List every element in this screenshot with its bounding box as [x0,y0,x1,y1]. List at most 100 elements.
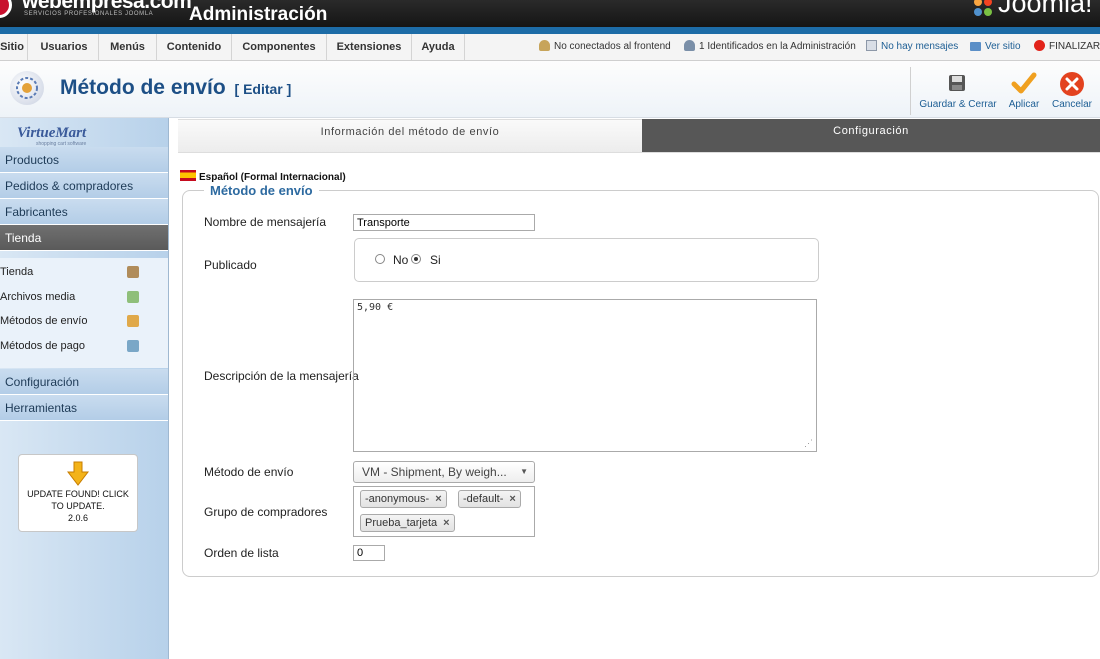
name-field[interactable] [353,214,535,231]
checkmark-icon [1011,72,1037,94]
status-frontend-text: No conectados al frontend [554,41,671,52]
status-frontend: No conectados al frontend [539,34,671,60]
joomla-mark-icon [974,0,992,16]
update-line-1: UPDATE FOUND! CLICK [27,489,129,499]
sidebar-item-metodos-pago[interactable]: Métodos de pago [0,334,168,358]
published-no-label: No [393,253,409,267]
logout-icon [1034,40,1045,51]
download-arrow-icon [67,461,89,486]
sidebar-item-label: Tienda [0,266,34,278]
sidebar-item-label: Métodos de pago [0,340,86,352]
monitor-icon [970,42,981,51]
logout-text: FINALIZAR [1049,41,1100,52]
group-tag-label: -default- [463,493,504,505]
status-admin: 1 Identificados en la Administración [684,34,856,60]
cancel-icon [1060,72,1084,96]
save-icon [949,75,965,91]
toolbar-divider [910,67,911,115]
apply-label: Aplicar [1008,99,1040,110]
menu-extensiones[interactable]: Extensiones [327,34,412,60]
remove-tag-icon[interactable]: × [509,493,515,505]
remove-tag-icon[interactable]: × [435,493,441,505]
view-site-text: Ver sitio [985,41,1021,52]
admin-user-icon [684,40,695,51]
webempresa-logo[interactable]: webempresa.com SERVICIOS PROFESIONALES J… [0,0,192,24]
language-label: Español (Formal Internacional) [199,172,346,183]
cancel-label: Cancelar [1051,99,1093,110]
payment-icon [127,340,139,352]
chevron-down-icon: ▼ [520,467,528,476]
sidebar-item-tienda[interactable]: Tienda [0,260,168,284]
update-notice-text: UPDATE FOUND! CLICK TO UPDATE. 2.0.6 [21,488,135,524]
menu-contenido[interactable]: Contenido [157,34,232,60]
cancel-button[interactable]: Cancelar [1049,70,1095,114]
fieldset-legend: Método de envío [204,183,319,198]
status-messages-text: No hay mensajes [881,41,959,52]
published-yes-label: Si [430,253,441,267]
page-title-text: Método de envío [60,76,226,99]
media-icon [127,291,139,303]
apply-button[interactable]: Aplicar [1003,70,1045,114]
view-site-link[interactable]: Ver sitio [970,34,1021,60]
sidebar-item-label: Métodos de envío [0,315,88,327]
order-field[interactable] [353,545,385,561]
tab-informacion[interactable]: Información del método de envío [178,119,642,153]
update-line-2: TO UPDATE. [51,501,105,511]
sidebar-section-herramientas[interactable]: Herramientas [0,395,168,421]
group-tag-anonymous: -anonymous- × [360,490,447,508]
logout-link[interactable]: FINALIZAR [1034,34,1100,60]
store-icon [127,266,139,278]
status-admin-text: 1 Identificados en la Administración [699,41,856,52]
remove-tag-icon[interactable]: × [443,517,449,529]
group-label: Grupo de compradores [204,505,328,519]
sidebar-section-fabricantes[interactable]: Fabricantes [0,199,168,225]
order-label: Orden de lista [204,546,279,560]
sidebar-section-tienda[interactable]: Tienda [0,225,168,251]
brand-tagline: SERVICIOS PROFESIONALES JOOMLA [24,11,154,17]
update-version: 2.0.6 [67,513,89,523]
virtuemart-logo[interactable]: VirtueMart shopping cart software [14,122,109,147]
shipment-method-select[interactable]: VM - Shipment, By weigh... ▼ [353,461,535,483]
virtuemart-logo-text: VirtueMart [17,125,87,141]
status-messages[interactable]: No hay mensajes [866,34,958,60]
menu-ayuda[interactable]: Ayuda [412,34,465,60]
menu-componentes[interactable]: Componentes [232,34,327,60]
description-textarea[interactable]: 5,90 € [353,299,817,452]
sidebar-item-archivos-media[interactable]: Archivos media [0,285,168,309]
published-no-radio[interactable] [375,254,385,264]
menu-usuarios[interactable]: Usuarios [30,34,99,60]
group-tag-label: Prueba_tarjeta [365,517,438,529]
group-tag-default: -default- × [458,490,521,508]
admin-title: Administración [189,4,328,25]
published-radio-group [354,238,819,282]
main-menu-bar: Sitio Usuarios Menús Contenido Component… [0,34,1100,61]
group-tag-prueba: Prueba_tarjeta × [360,514,455,532]
menu-menus[interactable]: Menús [99,34,157,60]
update-notice-button[interactable]: UPDATE FOUND! CLICK TO UPDATE. 2.0.6 [18,454,138,532]
sidebar-section-productos[interactable]: Productos [0,147,168,173]
resize-grip-icon[interactable]: ⋰ [804,438,814,448]
published-label: Publicado [204,258,257,272]
method-label: Método de envío [204,465,294,479]
shipping-method-icon [10,71,44,105]
page-subtitle: [ Editar ] [234,81,292,97]
published-yes-radio[interactable] [411,254,421,264]
sidebar-item-metodos-envio[interactable]: Métodos de envío [0,309,168,333]
truck-icon [127,315,139,327]
joomla-wordmark: Joomla! [998,0,1093,18]
group-tag-label: -anonymous- [365,493,430,505]
sidebar-section-pedidos[interactable]: Pedidos & compradores [0,173,168,199]
webempresa-logo-icon [0,0,12,18]
mail-icon [866,40,877,51]
menu-sitio[interactable]: Sitio [0,34,28,60]
header-accent-bar [0,27,1100,34]
tab-configuracion[interactable]: Configuración [642,119,1100,152]
spain-flag-icon [180,170,196,181]
sidebar-item-label: Archivos media [0,291,76,303]
users-icon [539,40,550,51]
save-close-label: Guardar & Cerrar [919,99,997,110]
save-close-button[interactable]: Guardar & Cerrar [915,70,1001,114]
tabs-divider [178,152,1100,153]
sidebar-section-configuracion[interactable]: Configuración [0,369,168,395]
shipment-method-value: VM - Shipment, By weigh... [362,465,507,479]
